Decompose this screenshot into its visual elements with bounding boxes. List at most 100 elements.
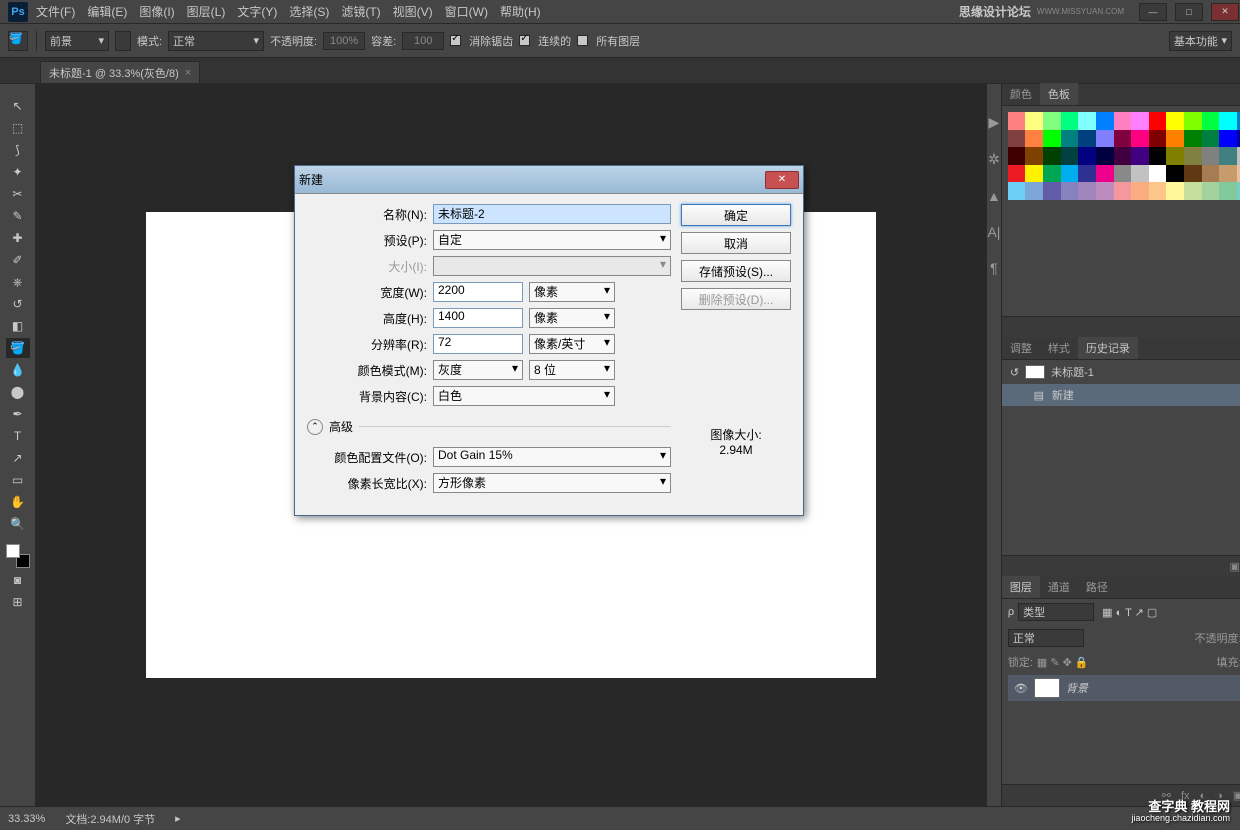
swatch-cell[interactable] — [1061, 182, 1079, 200]
swatch-cell[interactable] — [1061, 165, 1079, 183]
swatch-cell[interactable] — [1025, 165, 1043, 183]
swatches-grid[interactable] — [1002, 106, 1240, 206]
menu-view[interactable]: 视图(V) — [393, 3, 433, 20]
swatch-cell[interactable] — [1043, 147, 1061, 165]
swatch-cell[interactable] — [1131, 130, 1149, 148]
swatch-cell[interactable] — [1078, 182, 1096, 200]
marquee-tool[interactable]: ⬚ — [6, 118, 30, 138]
fill-pattern-icon[interactable] — [115, 31, 131, 51]
layer-blend-mode[interactable]: 正常 — [1008, 629, 1084, 647]
history-step[interactable]: ▤ 新建 — [1002, 384, 1240, 406]
ok-button[interactable]: 确定 — [681, 204, 791, 226]
swatch-cell[interactable] — [1096, 112, 1114, 130]
swatch-cell[interactable] — [1166, 165, 1184, 183]
swatch-cell[interactable] — [1219, 165, 1237, 183]
quickmask-tool[interactable]: ◙ — [6, 570, 30, 590]
lasso-tool[interactable]: ⟆ — [6, 140, 30, 160]
tolerance-input[interactable]: 100 — [402, 32, 444, 50]
swatch-cell[interactable] — [1202, 112, 1220, 130]
contiguous-checkbox[interactable] — [519, 35, 530, 46]
blur-tool[interactable]: 💧 — [6, 360, 30, 380]
swatch-cell[interactable] — [1166, 182, 1184, 200]
swatch-cell[interactable] — [1043, 112, 1061, 130]
swatch-cell[interactable] — [1149, 165, 1167, 183]
swatch-cell[interactable] — [1184, 147, 1202, 165]
swatch-cell[interactable] — [1149, 182, 1167, 200]
fill-source-dropdown[interactable]: 前景 — [45, 31, 109, 51]
path-tool[interactable]: ↗ — [6, 448, 30, 468]
antialias-checkbox[interactable] — [450, 35, 461, 46]
menu-file[interactable]: 文件(F) — [36, 3, 75, 20]
depth-select[interactable]: 8 位 — [529, 360, 615, 380]
menu-filter[interactable]: 滤镜(T) — [341, 3, 380, 20]
tab-layers[interactable]: 图层 — [1002, 576, 1040, 598]
swatch-cell[interactable] — [1149, 112, 1167, 130]
swatch-cell[interactable] — [1114, 112, 1132, 130]
swatch-cell[interactable] — [1131, 165, 1149, 183]
swatch-cell[interactable] — [1008, 112, 1026, 130]
opacity-input[interactable]: 100% — [323, 32, 365, 50]
swatch-cell[interactable] — [1114, 147, 1132, 165]
swatch-cell[interactable] — [1078, 130, 1096, 148]
swatch-cell[interactable] — [1096, 182, 1114, 200]
swatch-cell[interactable] — [1114, 130, 1132, 148]
dodge-tool[interactable]: ⬤ — [6, 382, 30, 402]
close-tab-icon[interactable]: × — [185, 67, 191, 79]
swatch-cell[interactable] — [1114, 182, 1132, 200]
character-icon[interactable]: A| — [987, 224, 1000, 240]
swatch-cell[interactable] — [1008, 182, 1026, 200]
histogram-icon[interactable]: ▲ — [987, 188, 1001, 204]
tab-history[interactable]: 历史记录 — [1078, 337, 1138, 359]
menu-window[interactable]: 窗口(W) — [445, 3, 488, 20]
wand-tool[interactable]: ✦ — [6, 162, 30, 182]
colormode-select[interactable]: 灰度 — [433, 360, 523, 380]
swatch-cell[interactable] — [1202, 182, 1220, 200]
paragraph-icon[interactable]: ¶ — [990, 260, 998, 276]
swatch-cell[interactable] — [1078, 112, 1096, 130]
hand-tool[interactable]: ✋ — [6, 492, 30, 512]
swatch-cell[interactable] — [1043, 130, 1061, 148]
swatch-cell[interactable] — [1008, 165, 1026, 183]
swatch-cell[interactable] — [1184, 182, 1202, 200]
swatch-cell[interactable] — [1131, 147, 1149, 165]
tab-adjust[interactable]: 调整 — [1002, 337, 1040, 359]
swatch-cell[interactable] — [1008, 130, 1026, 148]
swatch-cell[interactable] — [1219, 147, 1237, 165]
resolution-input[interactable]: 72 — [433, 334, 523, 354]
swatch-cell[interactable] — [1114, 165, 1132, 183]
pen-tool[interactable]: ✒ — [6, 404, 30, 424]
cancel-button[interactable]: 取消 — [681, 232, 791, 254]
aspect-select[interactable]: 方形像素 — [433, 473, 671, 493]
type-tool[interactable]: T — [6, 426, 30, 446]
swatch-cell[interactable] — [1202, 147, 1220, 165]
all-layers-checkbox[interactable] — [577, 35, 588, 46]
tab-swatches[interactable]: 色板 — [1040, 83, 1078, 105]
swatch-cell[interactable] — [1219, 182, 1237, 200]
width-input[interactable]: 2200 — [433, 282, 523, 302]
create-document-icon[interactable]: ▣ — [1230, 560, 1240, 573]
dialog-titlebar[interactable]: 新建 ✕ — [295, 166, 803, 194]
bgcontent-select[interactable]: 白色 — [433, 386, 615, 406]
swatch-cell[interactable] — [1219, 130, 1237, 148]
maximize-button[interactable]: □ — [1175, 3, 1203, 21]
height-input[interactable]: 1400 — [433, 308, 523, 328]
swatch-cell[interactable] — [1202, 165, 1220, 183]
swatch-cell[interactable] — [1061, 147, 1079, 165]
bucket-tool[interactable]: 🪣 — [6, 338, 30, 358]
swatch-cell[interactable] — [1025, 112, 1043, 130]
play-icon[interactable]: ▶ — [989, 114, 1000, 131]
healing-tool[interactable]: ✚ — [6, 228, 30, 248]
swatch-cell[interactable] — [1131, 182, 1149, 200]
doc-info[interactable]: 文档:2.94M/0 字节 — [65, 811, 155, 827]
swatch-cell[interactable] — [1202, 130, 1220, 148]
swatch-cell[interactable] — [1184, 130, 1202, 148]
zoom-tool[interactable]: 🔍 — [6, 514, 30, 534]
eyedropper-tool[interactable]: ✎ — [6, 206, 30, 226]
minimize-button[interactable]: — — [1139, 3, 1167, 21]
swatch-cell[interactable] — [1096, 130, 1114, 148]
height-unit-select[interactable]: 像素 — [529, 308, 615, 328]
close-button[interactable]: ✕ — [1211, 3, 1239, 21]
tab-color[interactable]: 颜色 — [1002, 83, 1040, 105]
visibility-icon[interactable]: 👁 — [1014, 682, 1028, 695]
brush-tool[interactable]: ✐ — [6, 250, 30, 270]
